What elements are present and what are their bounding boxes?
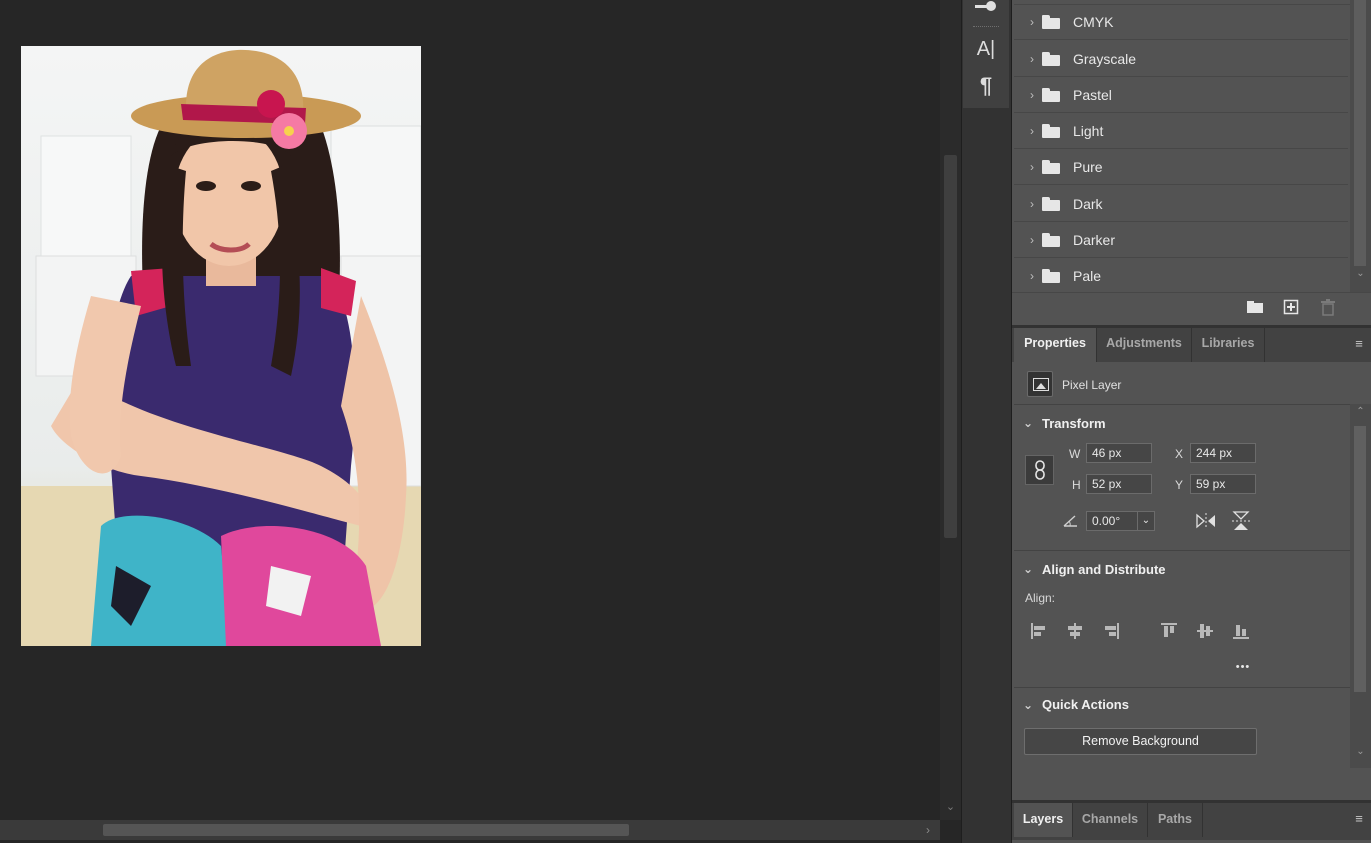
slider-icon[interactable] xyxy=(973,0,999,14)
transform-section-header[interactable]: ⌄ Transform xyxy=(1014,405,1350,441)
scroll-down-arrow-icon[interactable]: ⌄ xyxy=(1350,746,1371,757)
properties-scroll-thumb[interactable] xyxy=(1354,426,1366,692)
link-dimensions-button[interactable] xyxy=(1025,455,1054,485)
paragraph-icon[interactable]: ¶ xyxy=(963,73,1009,99)
align-title: Align and Distribute xyxy=(1042,561,1166,577)
scroll-right-arrow-icon[interactable]: › xyxy=(920,820,936,840)
chevron-down-icon[interactable]: ⌄ xyxy=(1014,416,1042,430)
tab-adjustments[interactable]: Adjustments xyxy=(1097,328,1192,362)
height-label: H xyxy=(1072,478,1081,492)
canvas-vertical-scroll-thumb[interactable] xyxy=(944,155,957,538)
angle-dropdown-chevron-icon[interactable]: ⌄ xyxy=(1137,511,1155,531)
chevron-right-icon[interactable]: › xyxy=(1018,15,1034,29)
chevron-right-icon[interactable]: › xyxy=(1018,269,1034,283)
folder-icon xyxy=(1042,233,1060,247)
swatch-group-row[interactable]: › CMYK xyxy=(1014,4,1348,40)
align-left-edges-icon[interactable] xyxy=(1029,621,1049,641)
folder-icon xyxy=(1042,52,1060,66)
swatch-group-label: CMYK xyxy=(1073,13,1114,30)
character-icon[interactable]: A| xyxy=(963,38,1009,61)
swatch-group-label: Light xyxy=(1073,122,1104,139)
swatch-group-row[interactable]: › Dark xyxy=(1014,186,1348,222)
y-label: Y xyxy=(1175,478,1184,492)
document-image[interactable] xyxy=(21,46,421,646)
flip-vertical-icon[interactable] xyxy=(1230,510,1252,532)
chevron-down-icon[interactable]: ⌄ xyxy=(1014,562,1042,576)
chevron-down-icon[interactable]: ⌄ xyxy=(1014,698,1042,712)
swatch-group-label: Pure xyxy=(1073,158,1103,175)
height-field[interactable]: 52 px xyxy=(1086,474,1152,494)
swatch-group-label: Darker xyxy=(1073,231,1116,248)
chain-link-icon xyxy=(1034,460,1045,480)
new-swatch-icon[interactable] xyxy=(1283,299,1299,315)
tab-channels[interactable]: Channels xyxy=(1073,803,1148,837)
layer-type-label: Pixel Layer xyxy=(1062,378,1122,392)
chevron-right-icon[interactable]: › xyxy=(1018,88,1034,102)
remove-background-button[interactable]: Remove Background xyxy=(1024,728,1257,755)
align-right-edges-icon[interactable] xyxy=(1101,621,1121,641)
scroll-down-arrow-icon[interactable]: ⌄ xyxy=(940,798,961,816)
tab-layers[interactable]: Layers xyxy=(1014,803,1073,837)
width-field[interactable]: 46 px xyxy=(1086,443,1152,463)
folder-icon xyxy=(1042,15,1060,29)
swatch-group-label: Dark xyxy=(1073,195,1103,212)
canvas-horizontal-scroll-thumb[interactable] xyxy=(103,824,629,836)
folder-icon xyxy=(1042,160,1060,174)
width-label: W xyxy=(1069,447,1081,461)
align-label: Align: xyxy=(1025,591,1056,605)
quick-actions-title: Quick Actions xyxy=(1042,697,1129,712)
chevron-right-icon[interactable]: › xyxy=(1018,233,1034,247)
panel-menu-icon[interactable]: ≡ xyxy=(1349,811,1369,826)
scroll-down-arrow-icon[interactable]: ⌄ xyxy=(1350,268,1371,288)
transform-title: Transform xyxy=(1042,415,1106,431)
swatch-group-row[interactable]: › Pastel xyxy=(1014,77,1348,113)
angle-field[interactable]: 0.00° xyxy=(1086,511,1138,531)
tab-properties[interactable]: Properties xyxy=(1014,328,1097,362)
align-section-header[interactable]: ⌄ Align and Distribute xyxy=(1014,551,1350,587)
align-vertical-centers-icon[interactable] xyxy=(1195,621,1215,641)
trash-icon[interactable] xyxy=(1320,299,1336,316)
x-label: X xyxy=(1175,447,1184,461)
panel-grip[interactable] xyxy=(973,26,999,30)
more-options-icon[interactable]: ••• xyxy=(1231,661,1255,673)
tab-paths[interactable]: Paths xyxy=(1148,803,1203,837)
swatch-group-row[interactable]: › Pale xyxy=(1014,258,1348,293)
folder-icon xyxy=(1042,197,1060,211)
y-position-field[interactable]: 59 px xyxy=(1190,474,1256,494)
flip-horizontal-icon[interactable] xyxy=(1195,511,1217,531)
folder-icon xyxy=(1042,88,1060,102)
tab-libraries[interactable]: Libraries xyxy=(1192,328,1265,362)
chevron-right-icon[interactable]: › xyxy=(1018,160,1034,174)
swatch-group-row[interactable]: › Grayscale xyxy=(1014,41,1348,77)
align-horizontal-centers-icon[interactable] xyxy=(1065,621,1085,641)
new-group-folder-icon[interactable] xyxy=(1246,300,1264,314)
align-bottom-edges-icon[interactable] xyxy=(1231,621,1251,641)
folder-icon xyxy=(1042,269,1060,283)
folder-icon xyxy=(1042,124,1060,138)
swatch-group-label: Pale xyxy=(1073,267,1102,284)
pixel-layer-icon xyxy=(1027,371,1053,397)
swatch-group-row[interactable]: › Darker xyxy=(1014,222,1348,258)
quick-actions-section-header[interactable]: ⌄ Quick Actions xyxy=(1014,688,1350,721)
swatch-group-row[interactable]: › Light xyxy=(1014,113,1348,149)
photo-artwork xyxy=(21,46,421,646)
panel-tool-strip xyxy=(961,0,1012,843)
swatch-group-label: Grayscale xyxy=(1073,50,1137,67)
chevron-right-icon[interactable]: › xyxy=(1018,197,1034,211)
swatch-group-label: Pastel xyxy=(1073,86,1112,103)
scroll-up-arrow-icon[interactable]: ⌃ xyxy=(1350,406,1371,417)
panel-menu-icon[interactable]: ≡ xyxy=(1349,336,1369,351)
align-top-edges-icon[interactable] xyxy=(1159,621,1179,641)
swatch-scroll-thumb[interactable] xyxy=(1354,0,1366,266)
chevron-right-icon[interactable]: › xyxy=(1018,52,1034,66)
x-position-field[interactable]: 244 px xyxy=(1190,443,1256,463)
swatch-group-row[interactable]: › Pure xyxy=(1014,149,1348,185)
angle-icon xyxy=(1063,514,1079,528)
chevron-right-icon[interactable]: › xyxy=(1018,124,1034,138)
swatch-footer xyxy=(1012,292,1371,326)
